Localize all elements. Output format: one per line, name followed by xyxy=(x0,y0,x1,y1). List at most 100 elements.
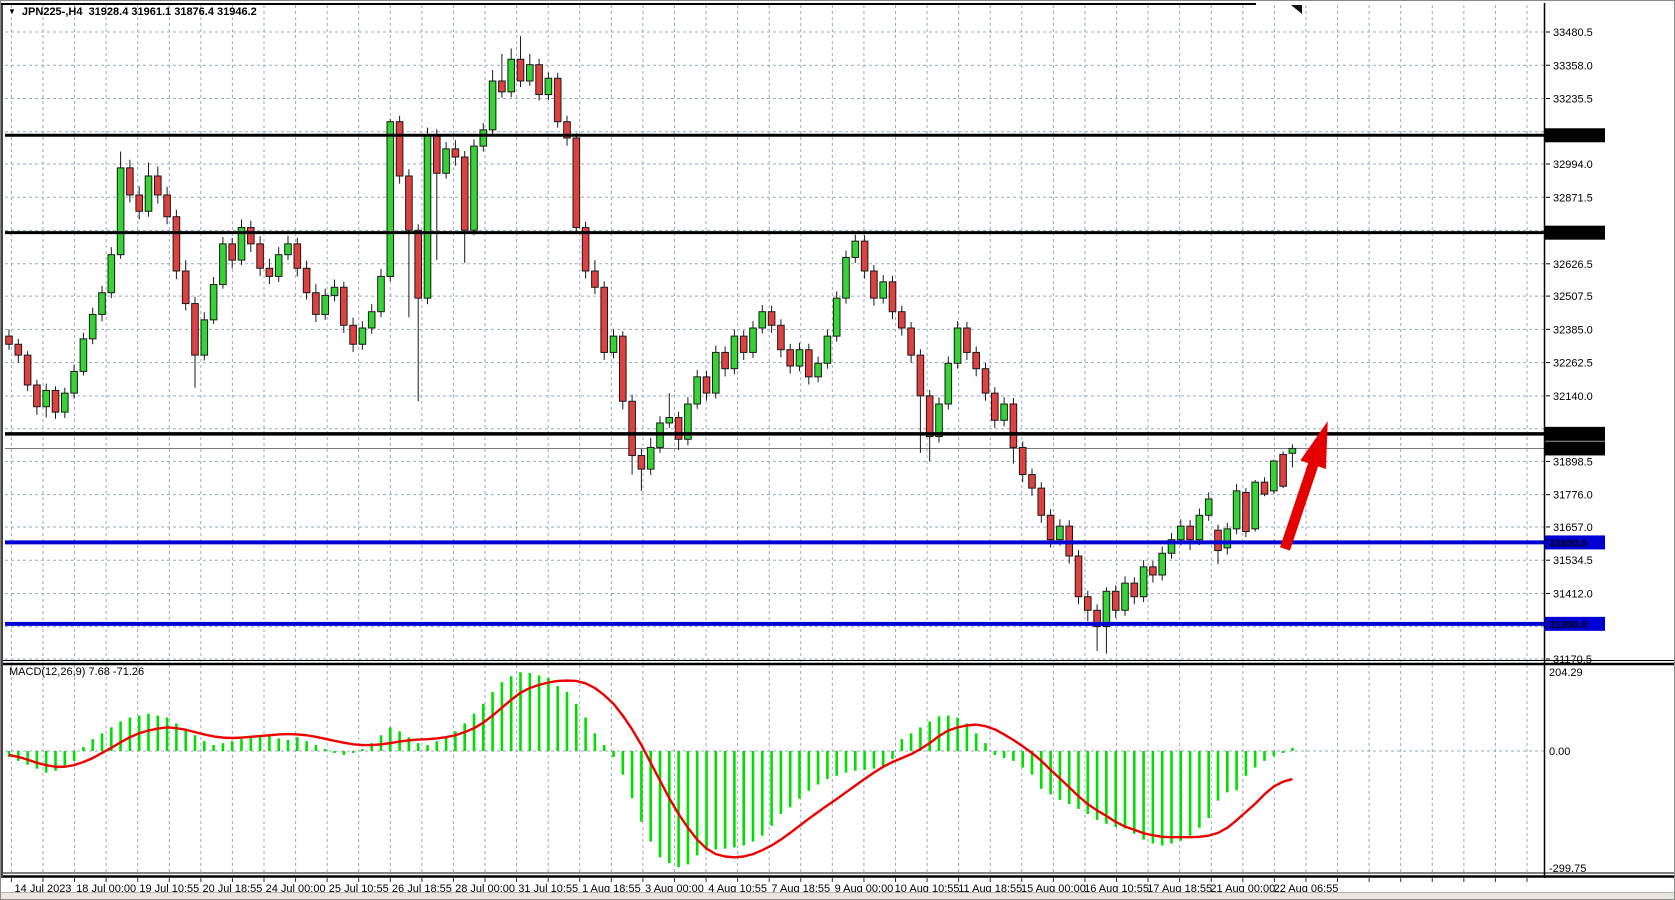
bull-candle xyxy=(1233,491,1240,529)
macd-histogram-bar xyxy=(194,735,197,751)
macd-histogram-bar xyxy=(259,735,262,751)
bear-candle xyxy=(926,396,933,437)
bull-candle xyxy=(750,328,757,352)
bear-candle xyxy=(192,304,199,356)
bear-candle xyxy=(1215,530,1222,550)
bear-candle xyxy=(173,217,180,271)
macd-histogram-bar xyxy=(1133,751,1136,834)
bull-candle xyxy=(489,81,496,130)
bull-candle xyxy=(285,244,292,255)
bull-candle xyxy=(99,293,106,315)
bull-candle xyxy=(275,255,282,277)
macd-histogram-bar xyxy=(333,751,336,753)
bear-candle xyxy=(982,369,989,393)
bear-candle xyxy=(6,336,13,344)
macd-histogram-bar xyxy=(296,737,299,751)
price-axis-label: 32626.5 xyxy=(1553,259,1593,271)
chart-canvas[interactable]: 33480.533358.033235.532994.032871.532626… xyxy=(1,1,1675,900)
bull-candle xyxy=(471,146,478,230)
macd-histogram-bar xyxy=(1217,751,1220,801)
price-axis-label: 32994.0 xyxy=(1553,159,1593,171)
bull-candle xyxy=(443,149,450,173)
macd-histogram-bar xyxy=(1077,751,1080,809)
macd-histogram-bar xyxy=(910,733,913,751)
macd-histogram-bar xyxy=(891,751,894,759)
bear-candle xyxy=(1010,404,1017,447)
dropdown-icon[interactable]: ▼ xyxy=(8,8,16,16)
bear-candle xyxy=(248,228,255,244)
macd-histogram-bar xyxy=(835,751,838,776)
bull-candle xyxy=(1159,553,1166,575)
macd-histogram-bar xyxy=(212,745,215,751)
macd-histogram-bar xyxy=(203,741,206,751)
macd-histogram-bar xyxy=(1105,751,1108,824)
bull-candle xyxy=(815,363,822,377)
macd-axis-label: 0.00 xyxy=(1549,746,1570,758)
macd-histogram-bar xyxy=(1068,751,1071,804)
macd-histogram-bar xyxy=(473,714,476,751)
price-axis-label: 31776.0 xyxy=(1553,490,1593,502)
macd-histogram-bar xyxy=(817,751,820,784)
bear-candle xyxy=(257,244,264,268)
bull-candle xyxy=(368,312,375,328)
bull-candle xyxy=(1057,526,1064,540)
macd-histogram-bar xyxy=(770,751,773,826)
bear-candle xyxy=(406,176,413,230)
macd-histogram-bar xyxy=(166,718,169,751)
macd-histogram-bar xyxy=(556,686,559,751)
price-axis-label: 32507.5 xyxy=(1553,291,1593,303)
macd-histogram-bar xyxy=(733,751,736,847)
bear-candle xyxy=(15,344,22,355)
price-tag-value: 31946.2 xyxy=(1549,443,1587,455)
bull-candle xyxy=(945,363,952,404)
macd-axis-label: 204.29 xyxy=(1549,667,1583,679)
macd-histogram-bar xyxy=(222,743,225,751)
macd-histogram-bar xyxy=(826,751,829,779)
macd-histogram-bar xyxy=(631,751,634,798)
price-axis-label: 32871.5 xyxy=(1553,192,1593,204)
macd-histogram-bar xyxy=(45,751,48,773)
bull-candle xyxy=(43,390,50,406)
macd-histogram-bar xyxy=(668,751,671,863)
macd-histogram-bar xyxy=(622,751,625,775)
bear-candle xyxy=(703,377,710,393)
bull-candle xyxy=(1271,461,1278,491)
macd-histogram-bar xyxy=(640,751,643,822)
macd-histogram-bar xyxy=(73,751,76,761)
bear-candle xyxy=(452,149,459,157)
price-axis-label: 32262.5 xyxy=(1553,358,1593,370)
macd-histogram-bar xyxy=(82,747,85,751)
macd-histogram-bar xyxy=(789,751,792,807)
macd-histogram-bar xyxy=(687,751,690,864)
macd-histogram-bar xyxy=(854,751,857,771)
bull-candle xyxy=(545,78,552,94)
bear-candle xyxy=(964,328,971,352)
bear-candle xyxy=(601,287,608,352)
bull-candle xyxy=(759,312,766,328)
trend-arrow-shaft[interactable] xyxy=(1285,459,1315,549)
bull-candle xyxy=(145,176,152,211)
bear-candle xyxy=(127,168,134,195)
macd-histogram-bar xyxy=(1003,751,1006,758)
macd-histogram-bar xyxy=(129,718,132,751)
macd-histogram-bar xyxy=(928,721,931,751)
macd-histogram-bar xyxy=(947,716,950,751)
macd-histogram-bar xyxy=(566,692,569,751)
price-tag-value: 31300.0 xyxy=(1549,619,1587,631)
macd-histogram-bar xyxy=(1049,751,1052,794)
bear-candle xyxy=(24,355,31,385)
macd-histogram-bar xyxy=(780,751,783,814)
bull-candle xyxy=(71,371,78,393)
macd-histogram-bar xyxy=(677,751,680,867)
macd-histogram-bar xyxy=(1254,751,1257,768)
bear-candle xyxy=(1112,591,1119,610)
bull-candle xyxy=(424,135,431,298)
bull-candle xyxy=(220,244,227,285)
macd-histogram-bar xyxy=(417,743,420,751)
macd-histogram-bar xyxy=(1012,751,1015,761)
bear-candle xyxy=(1280,454,1287,486)
macd-histogram-bar xyxy=(1273,751,1276,756)
bull-candle xyxy=(713,352,720,393)
bear-candle xyxy=(899,312,906,328)
macd-histogram-bar xyxy=(361,749,364,751)
